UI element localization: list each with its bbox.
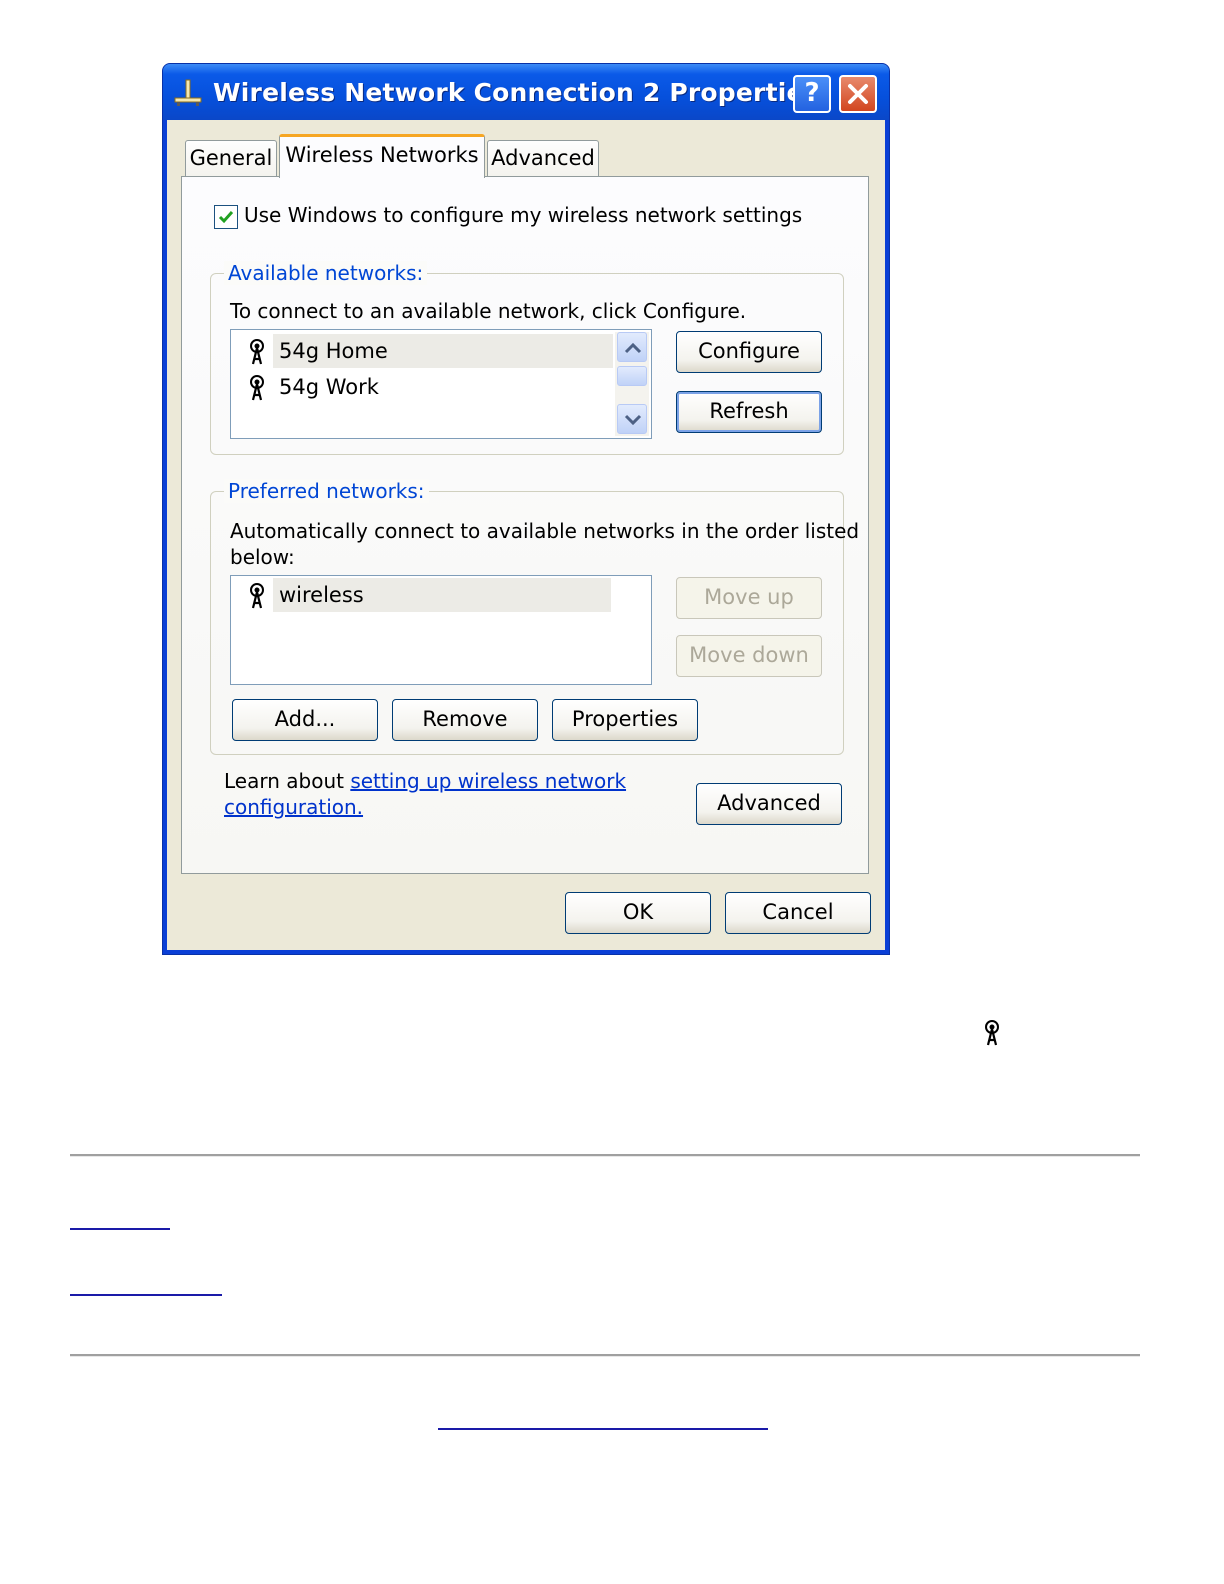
refresh-button[interactable]: Refresh — [676, 391, 822, 433]
wireless-network-icon — [250, 339, 264, 365]
wireless-network-icon — [985, 1020, 999, 1046]
scroll-up-button[interactable] — [617, 332, 647, 362]
preferred-networks-description-cont: below: — [230, 545, 295, 569]
cancel-button[interactable]: Cancel — [725, 892, 871, 934]
chevron-down-icon — [624, 414, 642, 426]
list-item[interactable]: wireless — [231, 578, 617, 612]
chevron-up-icon — [624, 342, 642, 354]
network-name: 54g Home — [279, 339, 388, 363]
page-link-underline[interactable] — [70, 1294, 222, 1296]
horizontal-divider — [70, 1354, 1140, 1357]
use-windows-checkbox[interactable] — [214, 205, 238, 229]
setup-wireless-link-cont[interactable]: configuration. — [224, 795, 363, 819]
horizontal-divider — [70, 1154, 1140, 1157]
network-name: wireless — [279, 583, 364, 607]
wireless-network-icon — [250, 583, 264, 609]
move-up-button[interactable]: Move up — [676, 577, 822, 619]
wireless-network-icon — [250, 375, 264, 401]
scroll-down-button[interactable] — [617, 404, 647, 434]
window-title: Wireless Network Connection 2 Properties — [213, 78, 819, 107]
close-button[interactable] — [839, 75, 877, 113]
available-networks-title: Available networks: — [224, 261, 428, 285]
learn-about-prefix: Learn about — [224, 769, 351, 793]
remove-button[interactable]: Remove — [392, 699, 538, 741]
ok-button[interactable]: OK — [565, 892, 711, 934]
page-link-underline[interactable] — [438, 1428, 768, 1430]
title-bar[interactable]: Wireless Network Connection 2 Properties… — [163, 64, 889, 120]
tab-advanced[interactable]: Advanced — [487, 140, 599, 176]
scrollbar[interactable] — [615, 332, 649, 436]
preferred-networks-title: Preferred networks: — [224, 479, 429, 503]
learn-about-text: Learn about setting up wireless network — [224, 769, 626, 793]
network-name: 54g Work — [279, 375, 379, 399]
close-icon — [848, 84, 868, 104]
properties-button[interactable]: Properties — [552, 699, 698, 741]
help-button[interactable]: ? — [793, 75, 831, 113]
configure-button[interactable]: Configure — [676, 331, 822, 373]
dialog-client-area: General Wireless Networks Advanced Use W… — [167, 120, 885, 950]
add-button[interactable]: Add... — [232, 699, 378, 741]
network-connection-icon — [174, 79, 202, 106]
tab-general[interactable]: General — [185, 140, 277, 176]
checkmark-icon — [218, 211, 234, 224]
move-down-button[interactable]: Move down — [676, 635, 822, 677]
preferred-networks-description: Automatically connect to available netwo… — [230, 519, 860, 543]
list-item[interactable]: 54g Work — [231, 370, 617, 404]
available-networks-list[interactable]: 54g Home 54g Work — [230, 329, 652, 439]
list-item[interactable]: 54g Home — [231, 334, 617, 368]
wireless-networks-panel: Use Windows to configure my wireless net… — [181, 176, 869, 874]
preferred-networks-list[interactable]: wireless — [230, 575, 652, 685]
use-windows-label[interactable]: Use Windows to configure my wireless net… — [244, 203, 802, 227]
advanced-button[interactable]: Advanced — [696, 783, 842, 825]
setup-wireless-link[interactable]: setting up wireless network — [350, 769, 626, 793]
learn-about-text-cont: configuration. — [224, 795, 363, 819]
scroll-thumb[interactable] — [617, 366, 647, 386]
available-networks-description: To connect to an available network, clic… — [230, 299, 747, 323]
page-link-underline[interactable] — [70, 1228, 170, 1230]
tab-wireless-networks[interactable]: Wireless Networks — [279, 134, 485, 178]
properties-dialog: Wireless Network Connection 2 Properties… — [162, 63, 890, 955]
